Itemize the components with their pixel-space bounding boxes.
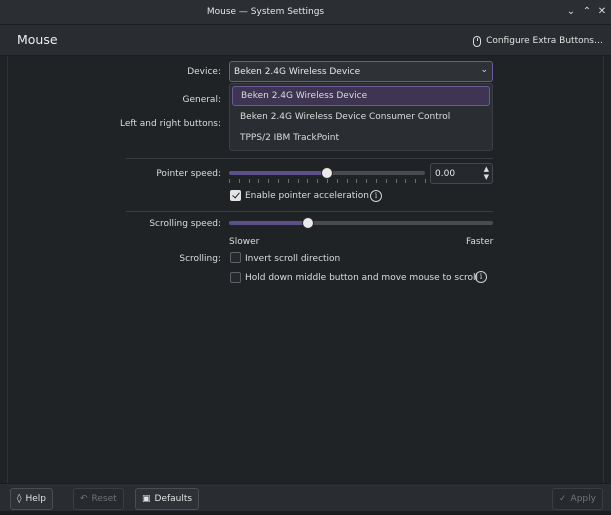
scrolling-speed-label: Scrolling speed: [149,219,221,229]
slider-tick [405,179,406,183]
slider-tick [258,179,259,183]
bottom-strip [0,511,611,515]
pointer-speed-ticks [229,179,426,183]
slider-tick [229,179,230,183]
device-option[interactable]: Beken 2.4G Wireless Device [232,86,490,106]
faster-label: Faster [466,237,494,247]
reset-button[interactable]: ↶ Reset [73,488,124,510]
middle-button-scroll-checkbox[interactable] [230,272,241,283]
slider-tick [239,179,240,183]
page-title: Mouse [17,32,58,47]
invert-scroll-checkbox[interactable] [230,252,241,263]
minimize-icon[interactable]: ⌄ [564,5,578,19]
slider-tick [386,179,387,183]
slider-tick [376,179,377,183]
apply-label: Apply [570,494,596,504]
pointer-acceleration-label: Enable pointer acceleration [245,191,370,201]
window-titlebar: Mouse — System Settings ⌄ ⌃ ✕ [0,0,611,25]
info-icon[interactable]: i [370,190,382,202]
slider-tick [327,179,328,183]
window-title: Mouse — System Settings [206,7,325,17]
divider [126,211,493,212]
configure-extra-buttons-label: Configure Extra Buttons… [486,36,603,46]
slider-tick [415,179,416,183]
defaults-icon: ▣ [142,494,151,504]
pointer-speed-slider-handle[interactable] [321,167,333,179]
info-icon[interactable]: i [475,271,487,283]
page-header: Mouse Configure Extra Buttons… [0,25,611,56]
close-icon[interactable]: ✕ [595,5,609,19]
scrolling-speed-slider-fill [229,221,308,225]
device-label: Device: [187,67,221,77]
slider-tick [317,179,318,183]
device-dropdown-list: Beken 2.4G Wireless Device Beken 2.4G Wi… [229,83,493,151]
slider-tick [298,179,299,183]
help-label: Help [25,494,46,504]
pointer-speed-label: Pointer speed: [156,169,221,179]
slider-tick [337,179,338,183]
slider-tick [347,179,348,183]
left-right-buttons-label: Left and right buttons: [120,119,221,129]
defaults-label: Defaults [154,494,193,504]
scrolling-label: Scrolling: [179,254,221,264]
slower-label: Slower [229,237,260,247]
slider-tick [249,179,250,183]
help-button[interactable]: ◊ Help [10,488,53,510]
reset-label: Reset [91,494,117,504]
mouse-icon [473,35,482,47]
slider-tick [307,179,308,183]
pointer-acceleration-checkbox[interactable] [230,190,241,201]
slider-tick [366,179,367,183]
middle-button-scroll-label: Hold down middle button and move mouse t… [245,273,479,283]
maximize-icon[interactable]: ⌃ [580,5,594,19]
slider-tick [425,179,426,183]
slider-tick [288,179,289,183]
divider [126,158,493,159]
pointer-speed-slider-fill [229,171,327,175]
device-option[interactable]: Beken 2.4G Wireless Device Consumer Cont… [232,107,490,127]
apply-button[interactable]: ✓ Apply [552,488,603,510]
chevron-down-icon: ⌄ [480,65,488,75]
configure-extra-buttons-button[interactable]: Configure Extra Buttons… [473,33,603,49]
slider-tick [356,179,357,183]
scrolling-speed-slider-handle[interactable] [302,217,314,229]
invert-scroll-label: Invert scroll direction [245,254,341,264]
general-label: General: [182,95,221,105]
slider-tick [268,179,269,183]
spin-arrows-icon[interactable]: ▲ ▼ [484,165,489,181]
device-option[interactable]: TPPS/2 IBM TrackPoint [232,128,490,148]
pointer-speed-value: 0.00 [435,169,456,179]
device-combobox-value: Beken 2.4G Wireless Device [234,67,361,77]
reset-icon: ↶ [80,494,88,504]
checkmark-icon: ✓ [559,494,567,504]
help-icon: ◊ [17,494,22,504]
slider-tick [278,179,279,183]
pointer-speed-spinbox[interactable]: 0.00 ▲ ▼ [430,163,493,184]
slider-tick [396,179,397,183]
defaults-button[interactable]: ▣ Defaults [135,488,200,510]
device-combobox[interactable]: Beken 2.4G Wireless Device ⌄ [229,61,493,82]
